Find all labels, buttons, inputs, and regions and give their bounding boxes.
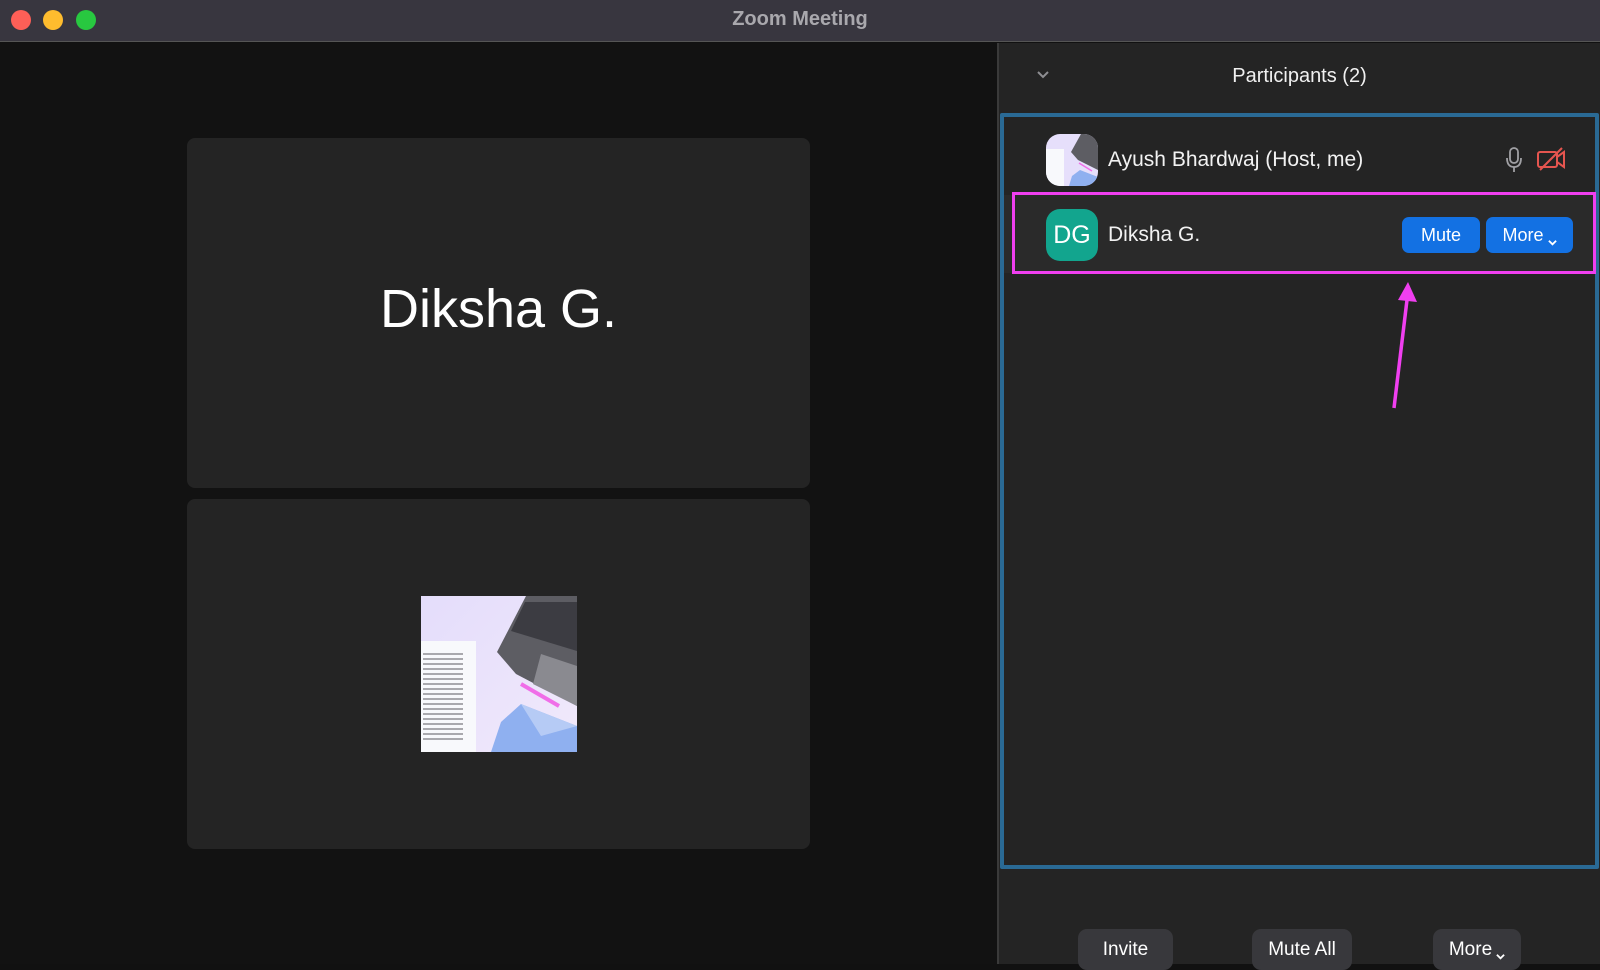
panel-header: Participants (2) <box>999 43 1600 113</box>
participant-name: Ayush Bhardwaj (Host, me) <box>1108 148 1364 171</box>
arrow-annotation <box>1392 282 1417 409</box>
video-tile-diksha[interactable]: Diksha G. <box>187 138 810 488</box>
panel-footer: Invite Mute All More <box>999 869 1600 970</box>
participant-row[interactable]: Ayush Bhardwaj (Host, me) <box>1004 120 1595 198</box>
video-tile-ayush[interactable] <box>187 499 810 849</box>
chevron-down-icon <box>1496 945 1505 960</box>
profile-picture <box>421 596 577 752</box>
tile-participant-name: Diksha G. <box>379 279 618 339</box>
video-off-icon[interactable] <box>1536 146 1566 172</box>
participants-panel: Participants (2) Ayush Bhardwaj (Host, m… <box>999 43 1600 970</box>
avatar <box>1046 134 1098 186</box>
zoom-window: Zoom Meeting Diksha G. Participants (2) … <box>0 0 1600 970</box>
window-title: Zoom Meeting <box>732 8 868 30</box>
title-bar: Zoom Meeting <box>0 0 1600 42</box>
participant-list: Ayush Bhardwaj (Host, me) DG Diksha G. M… <box>1000 113 1599 869</box>
microphone-icon[interactable] <box>1504 146 1524 174</box>
video-stage: Diksha G. <box>0 43 998 964</box>
panel-title: Participants (2) <box>1232 65 1367 87</box>
highlight-box-annotation <box>1012 192 1596 274</box>
more-label: More <box>1448 938 1493 960</box>
